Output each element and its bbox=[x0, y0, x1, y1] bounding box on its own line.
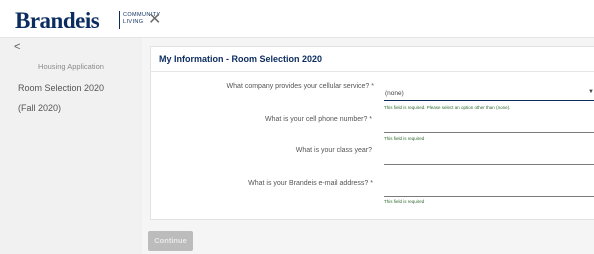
form-title: My Information - Room Selection 2020 bbox=[159, 54, 323, 64]
email-error: This field is required bbox=[384, 199, 425, 204]
sidebar-item-room-selection[interactable]: Room Selection 2020 bbox=[18, 83, 104, 93]
brand-logo: Brandeis bbox=[15, 8, 100, 33]
cellular-service-error: This field is required. Please select an… bbox=[384, 105, 511, 110]
cellular-service-label: What company provides your cellular serv… bbox=[226, 83, 374, 90]
close-icon[interactable]: ✕ bbox=[148, 9, 161, 29]
cell-phone-input[interactable] bbox=[384, 119, 594, 133]
email-input[interactable] bbox=[384, 183, 594, 197]
cellular-service-select[interactable] bbox=[384, 87, 594, 101]
cell-phone-label: What is your cell phone number? * bbox=[265, 116, 372, 123]
sidebar-title: Housing Application bbox=[38, 62, 104, 71]
brand-divider bbox=[119, 11, 120, 29]
sidebar-item-term: (Fall 2020) bbox=[18, 103, 62, 113]
cell-phone-error: This field is required bbox=[384, 136, 425, 141]
caret-down-icon[interactable]: ▼ bbox=[588, 89, 594, 95]
chevron-left-icon[interactable]: < bbox=[14, 41, 20, 53]
class-year-label: What is your class year? bbox=[295, 147, 372, 154]
continue-button[interactable]: Continue bbox=[148, 231, 193, 251]
cellular-service-value: (none) bbox=[385, 90, 404, 97]
class-year-input[interactable] bbox=[384, 151, 594, 165]
form-title-divider bbox=[150, 71, 594, 72]
email-label: What is your Brandeis e-mail address? * bbox=[248, 180, 373, 187]
